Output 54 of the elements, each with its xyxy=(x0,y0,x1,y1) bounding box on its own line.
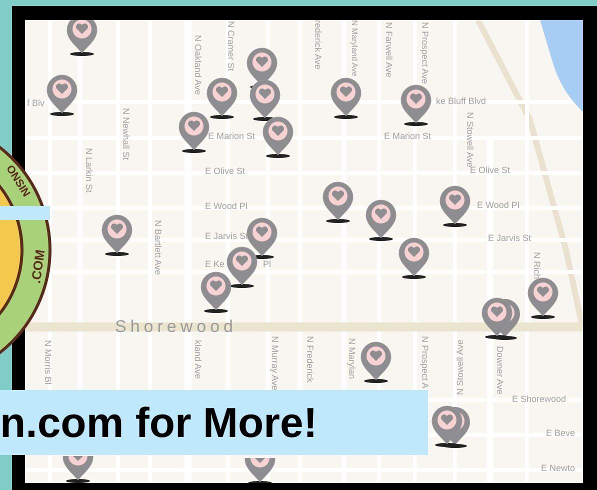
street-label: E Wood Pl xyxy=(205,201,248,211)
street-label: f Blv xyxy=(27,98,45,108)
place-label: Shorewood xyxy=(115,317,238,337)
street-label: E Ke xyxy=(205,259,225,269)
street-label: kland Ave xyxy=(193,340,203,379)
heart-pin-icon[interactable] xyxy=(321,180,355,224)
street-label: E Shorewood xyxy=(512,394,566,404)
heart-pin-icon[interactable] xyxy=(65,20,99,57)
heart-pin-icon[interactable] xyxy=(329,76,363,120)
heart-pin-icon[interactable] xyxy=(225,245,259,289)
street-label: Pl xyxy=(263,259,272,269)
street-label: N Murray Ave xyxy=(270,336,280,390)
street-label: N Cramer St xyxy=(226,21,236,72)
heart-pin-icon[interactable] xyxy=(261,115,295,159)
heart-pin-icon[interactable] xyxy=(397,236,431,280)
street-label: rederick Ave xyxy=(313,20,323,70)
stacked-heart-pins-icon[interactable] xyxy=(430,404,472,448)
street-label: N Stowell Ave xyxy=(455,340,465,395)
street-label: N Maryland Ave xyxy=(349,20,359,76)
heart-pin-icon[interactable] xyxy=(45,73,79,117)
heart-pin-icon[interactable] xyxy=(438,184,472,228)
street-label: N Newhall St xyxy=(121,108,131,160)
heart-pin-icon[interactable] xyxy=(199,270,233,314)
street-label: E Jarvis St xyxy=(488,233,532,243)
street-label: ke Bluff Blvd xyxy=(436,96,486,106)
street-label: N Frederick xyxy=(305,336,315,383)
street-label: E Marion St xyxy=(384,131,432,141)
street-label: E Wood Pl xyxy=(477,200,520,210)
stacked-heart-pins-icon[interactable] xyxy=(480,296,522,340)
heart-pin-icon[interactable] xyxy=(364,198,398,242)
heart-pin-icon[interactable] xyxy=(359,340,393,384)
heart-pin-icon[interactable] xyxy=(205,76,239,120)
street-label: E Olive St xyxy=(470,165,510,175)
street-label: N Bartlett Ave xyxy=(153,220,163,275)
street-label: E Jarvis St xyxy=(205,231,248,241)
street-label: E Marion St xyxy=(208,131,256,141)
heart-pin-icon[interactable] xyxy=(100,213,134,257)
street-label: E Olive St xyxy=(205,166,246,176)
street-label: N Stowell Ave xyxy=(465,112,475,168)
street-label: N Morris Bl xyxy=(43,340,53,384)
heart-pin-icon[interactable] xyxy=(399,83,433,127)
street-label: N Marylan xyxy=(347,338,357,380)
street-label: N Prospect A xyxy=(420,336,430,389)
promo-banner: n.com for More! xyxy=(0,390,428,455)
street-label: E Newto xyxy=(541,463,576,473)
street-label: N Farwell Ave xyxy=(384,22,394,78)
street-label: N Oakland Ave xyxy=(193,35,203,95)
street-label: E Beve xyxy=(546,428,576,438)
street-label: Downer Ave xyxy=(495,346,505,394)
street-label: N Rich xyxy=(532,252,542,280)
street-label: N Prospect Ave xyxy=(420,22,430,84)
badge-text: .COM xyxy=(28,248,48,284)
heart-pin-icon[interactable] xyxy=(248,78,282,122)
street-label: N Larkin St xyxy=(84,148,94,193)
